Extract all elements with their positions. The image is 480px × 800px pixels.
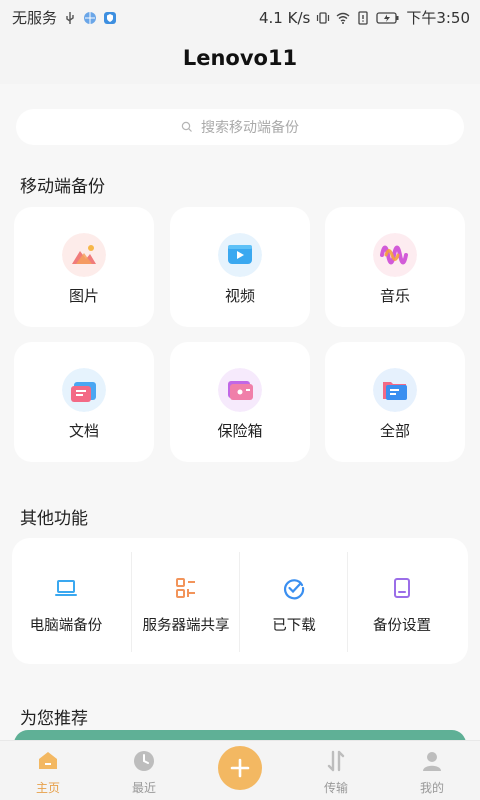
tile-music[interactable]: 音乐 (325, 207, 465, 327)
tab-transfer[interactable]: 传输 (288, 747, 384, 800)
other-item-label: 电脑端备份 (29, 618, 103, 634)
tile-label: 图片 (68, 287, 99, 305)
wifi-icon (336, 12, 350, 24)
document-icon (62, 368, 106, 412)
tile-images[interactable]: 图片 (14, 207, 154, 327)
tile-safe-box[interactable]: 保险箱 (170, 342, 310, 462)
share-grid-icon (176, 578, 195, 598)
app-bar: Lenovo11 (0, 32, 480, 84)
home-icon (39, 752, 57, 769)
globe-icon (84, 11, 97, 24)
other-item-label: 已下载 (272, 618, 316, 634)
section-title-recommend: 为您推荐 (20, 709, 88, 729)
transfer-icon (327, 750, 345, 772)
carrier-text: 无服务 (12, 9, 58, 27)
shield-icon (104, 11, 117, 24)
tile-all[interactable]: 全部 (325, 342, 465, 462)
network-speed: 4.1 K/s (258, 8, 311, 27)
tab-profile[interactable]: 我的 (384, 747, 480, 800)
music-icon (373, 233, 417, 277)
downloaded-check-icon (284, 579, 305, 600)
video-icon (218, 233, 262, 277)
search-input[interactable]: 搜索移动端备份 (16, 109, 464, 145)
battery-charging-icon (376, 11, 399, 24)
recommend-banner[interactable] (14, 730, 466, 740)
clock-icon (134, 751, 154, 771)
tab-label: 我的 (419, 781, 444, 795)
profile-icon (423, 752, 441, 771)
usb-icon (66, 11, 74, 24)
pc-backup-item[interactable]: 电脑端备份 (12, 538, 120, 664)
tile-label: 音乐 (379, 287, 410, 305)
main-content: 搜索移动端备份 移动端备份 图片 视频 音乐 文档 保险箱 全部 其他功能 电脑… (0, 84, 480, 740)
backup-settings-item[interactable]: 备份设置 (348, 538, 456, 664)
laptop-icon (55, 580, 77, 596)
plus-icon (230, 758, 250, 778)
tab-label: 最近 (131, 781, 156, 795)
tile-videos[interactable]: 视频 (170, 207, 310, 327)
image-icon (62, 233, 106, 277)
section-title-mobile-backup: 移动端备份 (20, 177, 105, 197)
tile-label: 文档 (68, 422, 99, 440)
status-bar: 无服务 4.1 K/s 下午3:50 (0, 0, 480, 32)
tile-label: 保险箱 (217, 422, 263, 440)
folder-icon (373, 368, 417, 412)
add-button[interactable] (218, 746, 262, 790)
tile-label: 全部 (379, 422, 410, 440)
search-placeholder: 搜索移动端备份 (201, 120, 299, 136)
vibrate-icon (317, 11, 330, 24)
other-item-label: 备份设置 (373, 618, 431, 634)
downloaded-item[interactable]: 已下载 (240, 538, 348, 664)
tile-documents[interactable]: 文档 (14, 342, 154, 462)
backup-settings-icon (394, 578, 410, 598)
sim-alert-icon (358, 10, 368, 25)
section-title-other-functions: 其他功能 (20, 509, 88, 529)
search-icon (181, 121, 192, 132)
tab-label: 主页 (35, 781, 60, 795)
tab-home[interactable]: 主页 (0, 747, 96, 800)
other-item-label: 服务器端共享 (142, 618, 230, 634)
server-share-item[interactable]: 服务器端共享 (132, 538, 240, 664)
other-functions-panel: 电脑端备份 服务器端共享 已下载 备份设置 (12, 538, 468, 664)
page-title: Lenovo11 (182, 46, 298, 70)
clock-text: 下午3:50 (406, 9, 470, 27)
tile-label: 视频 (224, 287, 255, 305)
tab-label: 传输 (323, 781, 348, 795)
tab-recent[interactable]: 最近 (96, 747, 192, 800)
safe-box-icon (218, 368, 262, 412)
